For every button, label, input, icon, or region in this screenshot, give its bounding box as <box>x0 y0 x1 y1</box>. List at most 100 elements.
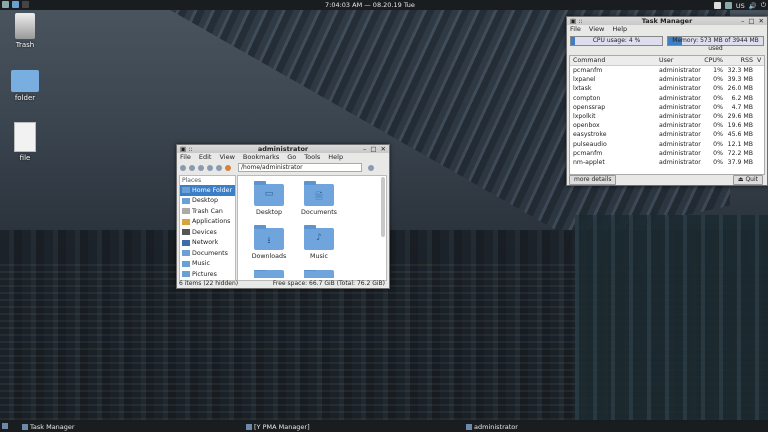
taskbar-item-pma-manager[interactable]: [Y PMA Manager] <box>246 423 310 431</box>
process-cpu: 0% <box>713 85 723 93</box>
back-icon[interactable] <box>189 164 195 171</box>
menu-view[interactable]: View <box>219 153 234 162</box>
menu-view[interactable]: View <box>589 25 604 34</box>
trash-icon <box>15 13 35 39</box>
place-desktop[interactable]: Desktop <box>180 196 235 207</box>
network-icon[interactable] <box>724 2 732 9</box>
minimize-icon[interactable]: – <box>741 17 744 25</box>
folder-icon: 🗎 <box>304 181 334 206</box>
process-command: nm-applet <box>573 158 605 166</box>
menu-go[interactable]: Go <box>287 153 296 162</box>
home-icon[interactable] <box>225 164 231 171</box>
process-row[interactable]: compton administrator 0% 6.2 MB <box>570 94 764 103</box>
process-row[interactable]: easystroke administrator 0% 45.6 MB <box>570 130 764 139</box>
process-cpu: 0% <box>713 94 723 102</box>
file-item-downloads[interactable]: ⭳ Downloads <box>244 225 294 260</box>
process-row[interactable]: pulseaudio administrator 0% 12.1 MB <box>570 140 764 149</box>
window-menu-icon[interactable]: ▣ :: <box>570 17 583 25</box>
minimize-icon[interactable]: – <box>363 145 366 153</box>
process-rss: 19.6 MB <box>727 122 753 130</box>
tray-app-icon[interactable] <box>713 2 721 9</box>
file-item-music[interactable]: ♪ Music <box>294 225 344 260</box>
desktop-file[interactable]: file <box>3 122 47 162</box>
memory-usage-bar: Memory: 573 MB of 3944 MB used <box>667 36 764 52</box>
place-music[interactable]: Music <box>180 259 235 270</box>
clock[interactable]: 7:04:03 AM — 08.20.19 Tue <box>325 1 415 9</box>
menu-file[interactable]: File <box>180 153 191 162</box>
task-manager-menubar: File View Help <box>567 25 767 34</box>
close-icon[interactable]: ✕ <box>381 145 386 153</box>
place-home[interactable]: Home Folder <box>180 185 235 196</box>
menu-help[interactable]: Help <box>612 25 627 34</box>
file-manager-menubar: File Edit View Bookmarks Go Tools Help <box>177 153 389 162</box>
desktop-trash[interactable]: Trash <box>3 13 47 49</box>
process-cpu: 0% <box>713 140 723 148</box>
place-trash[interactable]: Trash Can <box>180 206 235 217</box>
menu-file[interactable]: File <box>570 25 581 34</box>
folder-icon <box>466 424 472 430</box>
file-item-documents[interactable]: 🗎 Documents <box>294 181 344 216</box>
menu-edit[interactable]: Edit <box>199 153 212 162</box>
files-icon[interactable] <box>12 1 19 8</box>
history-icon[interactable] <box>207 164 213 171</box>
place-pictures[interactable]: Pictures <box>180 269 235 280</box>
maximize-icon[interactable]: □ <box>370 145 376 153</box>
close-icon[interactable]: ✕ <box>759 17 764 25</box>
process-row[interactable]: pcmanfm administrator 0% 72.2 MB <box>570 149 764 158</box>
file-icon <box>14 122 36 152</box>
file-item-partial[interactable] <box>294 270 344 278</box>
taskbar-item-task-manager[interactable]: Task Manager <box>22 423 75 431</box>
file-manager-titlebar[interactable]: ▣ :: administrator – □ ✕ <box>177 145 389 153</box>
up-icon[interactable] <box>216 164 222 171</box>
col-user[interactable]: User <box>659 56 699 65</box>
process-command: lxtask <box>573 85 592 93</box>
desktop-folder[interactable]: folder <box>3 70 47 102</box>
col-cpu[interactable]: CPU% <box>699 56 723 65</box>
folder-icon <box>182 271 190 278</box>
process-rss: 32.3 MB <box>727 67 753 74</box>
place-documents[interactable]: Documents <box>180 248 235 259</box>
process-row[interactable]: lxpolkit administrator 0% 29.6 MB <box>570 112 764 121</box>
task-manager-window: ▣ :: Task Manager – □ ✕ File View Help CPU… <box>566 16 768 186</box>
menu-bookmarks[interactable]: Bookmarks <box>243 153 279 162</box>
menu-help[interactable]: Help <box>328 153 343 162</box>
process-rss: 39.3 MB <box>727 76 753 84</box>
taskbar-item-administrator[interactable]: administrator <box>466 423 518 431</box>
file-item-desktop[interactable]: ▭ Desktop <box>244 181 294 216</box>
forward-icon[interactable] <box>198 164 204 171</box>
process-row[interactable]: lxtask administrator 0% 26.0 MB <box>570 84 764 93</box>
process-row[interactable]: pcmanfm administrator 1% 32.3 MB <box>570 66 764 75</box>
col-v[interactable]: V <box>757 56 761 65</box>
window-menu-icon[interactable]: ▣ :: <box>180 145 193 153</box>
process-row[interactable]: nm-applet administrator 0% 37.9 MB <box>570 158 764 167</box>
process-row[interactable]: openbox administrator 0% 19.6 MB <box>570 121 764 130</box>
col-rss[interactable]: RSS <box>723 56 757 65</box>
place-devices[interactable]: Devices <box>180 227 235 238</box>
col-command[interactable]: Command <box>570 56 659 65</box>
volume-icon[interactable]: 🔊 <box>749 2 757 10</box>
power-icon[interactable]: ⏻ <box>761 1 766 10</box>
new-tab-icon[interactable] <box>180 164 186 171</box>
quit-button[interactable]: ⏏ Quit <box>732 175 763 185</box>
window-title: administrator <box>257 145 309 153</box>
maximize-icon[interactable]: □ <box>748 17 754 25</box>
keyboard-layout[interactable]: US <box>736 2 745 10</box>
more-details-button[interactable]: more details <box>569 175 617 185</box>
process-row[interactable]: openssrap administrator 0% 4.7 MB <box>570 103 764 112</box>
process-command: pulseaudio <box>573 140 607 148</box>
scrollbar[interactable] <box>381 177 385 237</box>
menu-icon[interactable] <box>2 1 9 8</box>
show-desktop-icon[interactable] <box>2 423 8 429</box>
file-item-partial[interactable] <box>244 270 294 278</box>
place-network[interactable]: Network <box>180 238 235 249</box>
process-cpu: 0% <box>713 112 723 120</box>
menu-tools[interactable]: Tools <box>304 153 320 162</box>
terminal-icon[interactable] <box>22 1 29 8</box>
process-row[interactable]: lxpanel administrator 0% 39.3 MB <box>570 75 764 84</box>
path-input[interactable]: /home/administrator <box>238 163 362 172</box>
task-manager-titlebar[interactable]: ▣ :: Task Manager – □ ✕ <box>567 17 767 25</box>
go-icon[interactable] <box>368 164 374 171</box>
place-applications[interactable]: Applications <box>180 217 235 228</box>
folder-icon <box>11 70 39 92</box>
status-free-space: Free space: 66.7 GiB (Total: 76.2 GiB) <box>272 280 385 287</box>
